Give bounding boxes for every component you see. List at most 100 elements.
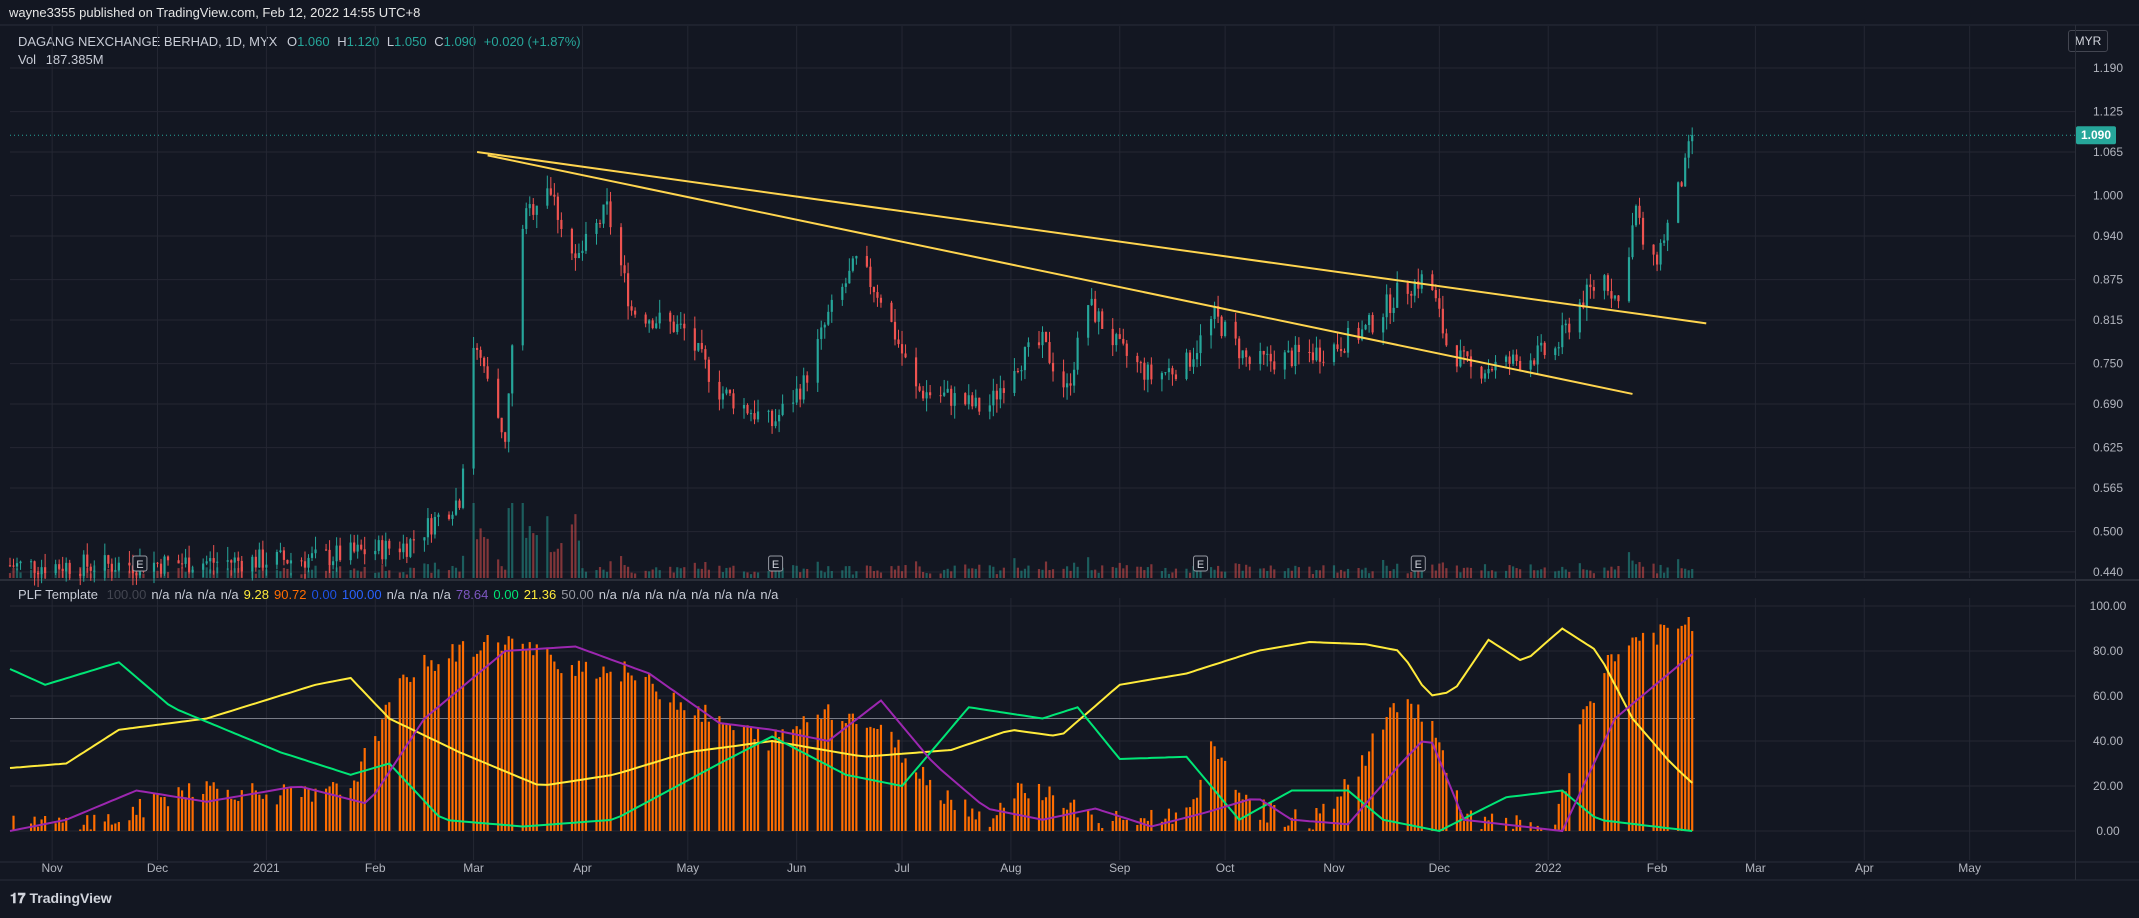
candle-body	[426, 518, 430, 538]
orange-bar	[700, 721, 703, 831]
orange-bar	[1634, 637, 1638, 831]
orange-bar	[802, 716, 805, 831]
candle-body	[384, 540, 387, 560]
candle-body	[128, 562, 131, 566]
candle-body	[156, 562, 159, 564]
volume-bar	[749, 574, 753, 578]
x-tick-label: Mar	[463, 861, 484, 875]
volume-bar	[974, 568, 977, 578]
candle-body	[1490, 369, 1494, 371]
volume-bar	[679, 568, 682, 578]
orange-bar	[728, 724, 732, 831]
orange-bar	[609, 671, 612, 831]
candle-body	[648, 320, 651, 324]
candle-body	[778, 414, 781, 422]
volume-bar	[177, 568, 180, 578]
candle-body	[623, 265, 626, 274]
volume-bar	[1554, 571, 1557, 578]
candle-body	[865, 256, 868, 267]
candle-body	[191, 569, 194, 573]
orange-bar	[300, 796, 303, 831]
indicator-value: n/a	[151, 587, 170, 602]
candle-body	[1185, 352, 1188, 380]
candle-body	[1125, 343, 1128, 356]
volume-bar	[258, 569, 261, 578]
orange-bar	[704, 704, 707, 831]
volume-bar	[1494, 571, 1497, 578]
orange-bar	[925, 785, 928, 831]
candle-body	[950, 388, 953, 406]
volume-bar	[1076, 566, 1079, 578]
candle-body	[135, 573, 138, 576]
candle-body	[89, 566, 92, 571]
orange-bar	[61, 822, 64, 831]
candle-body	[1589, 284, 1592, 288]
volume-bar	[1666, 567, 1669, 578]
volume-bar	[1259, 568, 1262, 578]
orange-bar	[1062, 807, 1065, 831]
price-tick-label: 0.940	[2093, 229, 2123, 243]
orange-bar	[823, 709, 826, 831]
volume-bar	[1543, 567, 1546, 578]
candle-body	[767, 410, 770, 412]
candle-body	[1634, 205, 1638, 226]
volume-bar	[879, 572, 883, 578]
orange-bar	[254, 790, 257, 831]
indicator-value: n/a	[386, 587, 405, 602]
orange-bar	[1139, 818, 1142, 831]
orange-bar	[230, 798, 233, 831]
candle-body	[1259, 350, 1262, 365]
volume-bar	[605, 571, 609, 578]
orange-bar	[1224, 760, 1227, 831]
orange-bar	[946, 790, 949, 831]
orange-bar	[188, 783, 191, 831]
volume-bar	[1044, 561, 1048, 578]
volume-bar	[1101, 565, 1104, 578]
orange-bar	[1241, 799, 1244, 831]
orange-bar	[1087, 810, 1090, 831]
orange-bar	[117, 822, 120, 831]
candle-body	[1385, 294, 1388, 318]
candle-body	[1213, 306, 1216, 319]
orange-bar	[138, 798, 142, 831]
orange-bar	[258, 794, 261, 831]
candle-body	[68, 562, 71, 574]
orange-bar	[1322, 803, 1325, 831]
volume-bar	[676, 567, 679, 578]
tradingview-logo[interactable]: 𝟏𝟕 TradingView	[10, 890, 112, 907]
candle-body	[971, 395, 974, 407]
orange-bar	[1023, 793, 1027, 831]
earnings-marker-label: E	[1197, 559, 1204, 571]
orange-bar	[623, 661, 626, 831]
orange-bar	[742, 725, 746, 831]
orange-bar	[1627, 645, 1631, 831]
volume-bar	[669, 566, 672, 578]
volume-bar	[1540, 569, 1543, 578]
candle-body	[619, 227, 623, 266]
candle-body	[893, 321, 897, 340]
candles-layer: EEEE	[8, 127, 2075, 588]
candle-body	[1666, 222, 1669, 241]
candle-body	[721, 393, 725, 400]
orange-bar	[1097, 823, 1100, 831]
candle-body	[184, 557, 187, 564]
candle-body	[511, 345, 514, 394]
orange-bar	[163, 796, 166, 831]
orange-bar	[1115, 810, 1118, 831]
candle-body	[82, 554, 85, 576]
volume-bar	[472, 503, 475, 578]
orange-bar	[1483, 816, 1487, 831]
orange-bar	[1090, 814, 1093, 831]
volume-bar	[353, 568, 356, 578]
volume-bar	[644, 570, 647, 578]
x-tick-label: Nov	[41, 861, 62, 875]
volume-bar	[943, 569, 946, 578]
volume-bar	[381, 564, 384, 578]
volume-bar	[697, 568, 700, 578]
candle-body	[655, 323, 658, 329]
orange-bar	[1051, 795, 1055, 831]
orange-bar	[943, 803, 946, 831]
chart-svg[interactable]: E E E E Nov Dec 2021 Feb Mar Apr May Jun Jul Aug Sep O…	[0, 0, 2139, 918]
volume-bar	[546, 516, 549, 578]
orange-bar	[1512, 828, 1515, 831]
